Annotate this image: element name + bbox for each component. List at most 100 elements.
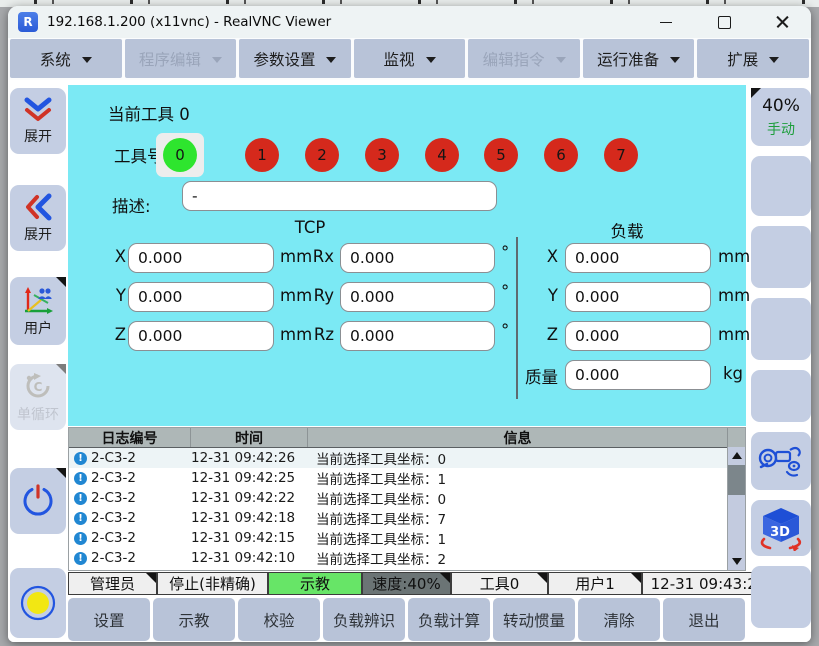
speed-mode-button[interactable]: 40% 手动	[751, 88, 811, 146]
right-rail-button-3[interactable]	[751, 298, 811, 360]
right-rail-button-4[interactable]	[751, 370, 811, 422]
single-cycle-icon: C	[21, 371, 55, 401]
corner-marker-icon	[56, 468, 66, 478]
scrollbar-thumb[interactable]	[728, 465, 745, 495]
log-time: 12-31 09:42:10	[191, 550, 308, 566]
title-bar[interactable]: R 192.168.1.200 (x11vnc) - RealVNC Viewe…	[8, 6, 811, 38]
log-header-spacer	[728, 428, 745, 447]
expand-down-button[interactable]: 展开	[10, 88, 66, 154]
log-row[interactable]: ! 2-C3-2 12-31 09:42:22 当前选择工具坐标：0	[69, 488, 745, 508]
tcp-rz-input[interactable]	[340, 321, 495, 351]
tcp-y-label: Y	[98, 286, 126, 305]
log-row[interactable]: ! 2-C3-2 12-31 09:42:10 当前选择工具坐标：2	[69, 548, 745, 568]
info-icon: !	[74, 512, 87, 525]
tool-circle-2[interactable]: 2	[305, 138, 339, 172]
tcp-rx-input[interactable]	[340, 243, 495, 273]
chevron-down-icon	[556, 57, 566, 63]
log-header-msg: 信息	[308, 428, 728, 447]
load-mass-label: 质量	[496, 364, 558, 388]
minimize-button[interactable]	[637, 6, 695, 38]
tool-circle-7[interactable]: 7	[604, 138, 638, 172]
tcp-x-input[interactable]	[128, 243, 274, 273]
scroll-up-icon[interactable]	[732, 452, 742, 459]
maximize-icon	[718, 16, 731, 29]
robot-view-button[interactable]	[751, 432, 811, 490]
right-rail-button-2[interactable]	[751, 226, 811, 288]
single-cycle-button: C 单循环	[10, 364, 66, 430]
menu-monitor[interactable]: 监视	[354, 39, 466, 78]
expand-left-label: 展开	[24, 224, 52, 244]
exit-button[interactable]: 退出	[663, 598, 745, 641]
window-title: 192.168.1.200 (x11vnc) - RealVNC Viewer	[47, 14, 331, 30]
realvnc-logo-icon: R	[18, 12, 38, 32]
info-icon: !	[74, 452, 87, 465]
menu-extension[interactable]: 扩展	[697, 39, 809, 78]
power-button[interactable]	[10, 468, 66, 534]
status-run-state[interactable]: 停止(非精确)	[157, 572, 268, 595]
tool-settings-panel: 当前工具 0 工具号 0 1 2 3 4 5 6 7 描述: TCP 负载 X …	[68, 85, 746, 426]
load-y-unit: mm	[718, 286, 750, 305]
scroll-down-icon[interactable]	[732, 558, 742, 565]
chevron-down-icon	[82, 57, 92, 63]
log-row[interactable]: ! 2-C3-2 12-31 09:42:15 当前选择工具坐标：1	[69, 528, 745, 548]
user-frame-button[interactable]: 用户	[10, 277, 66, 345]
expand-left-button[interactable]: 展开	[10, 185, 66, 251]
robot-arm-icon	[757, 440, 805, 482]
verify-button[interactable]: 校验	[238, 598, 320, 641]
menu-system[interactable]: 系统	[10, 39, 122, 78]
corner-marker-icon	[56, 364, 66, 374]
tool-circle-0[interactable]: 0	[163, 138, 197, 172]
tcp-ry-input[interactable]	[340, 282, 495, 312]
log-row[interactable]: ! 2-C3-2 12-31 09:42:26 当前选择工具坐标：0	[69, 448, 745, 468]
tool-circle-1[interactable]: 1	[245, 138, 279, 172]
tcp-z-input[interactable]	[128, 321, 274, 351]
log-row[interactable]: ! 2-C3-2 12-31 09:42:25 当前选择工具坐标：1	[69, 468, 745, 488]
status-tool[interactable]: 工具0	[451, 572, 548, 595]
menu-parameter-settings[interactable]: 参数设置	[239, 39, 351, 78]
load-calc-button[interactable]: 负载计算	[408, 598, 490, 641]
corner-marker-icon	[56, 277, 66, 287]
load-z-input[interactable]	[565, 321, 711, 351]
right-rail-button-5[interactable]	[751, 566, 811, 628]
log-scrollbar[interactable]	[727, 447, 745, 570]
status-user-frame[interactable]: 用户1	[548, 572, 642, 595]
status-mode-teach[interactable]: 示教	[268, 572, 362, 595]
close-button[interactable]	[753, 6, 811, 38]
settings-button[interactable]: 设置	[68, 598, 150, 641]
load-z-label: Z	[508, 325, 558, 344]
tool-circle-5[interactable]: 5	[484, 138, 518, 172]
log-row[interactable]: ! 2-C3-2 12-31 09:42:18 当前选择工具坐标：7	[69, 508, 745, 528]
log-id: 2-C3-2	[91, 550, 191, 566]
load-mass-unit: kg	[723, 364, 743, 383]
log-table: 日志编号 时间 信息 ! 2-C3-2 12-31 09:42:26 当前选择工…	[68, 427, 746, 571]
current-tool-text: 当前工具 0	[108, 101, 190, 125]
description-input[interactable]	[182, 181, 497, 211]
deadman-indicator-button[interactable]	[10, 568, 66, 638]
menu-program-edit: 程序编辑	[125, 39, 237, 78]
tcp-y-input[interactable]	[128, 282, 274, 312]
log-message: 当前选择工具坐标：0	[308, 448, 745, 468]
maximize-button[interactable]	[695, 6, 753, 38]
menu-run-prepare[interactable]: 运行准备	[583, 39, 695, 78]
load-y-input[interactable]	[565, 282, 711, 312]
right-rail-button-1[interactable]	[751, 156, 811, 216]
info-icon: !	[74, 552, 87, 565]
load-section-title: 负载	[527, 218, 727, 242]
log-message: 当前选择工具坐标：1	[308, 528, 745, 548]
tool-circle-6[interactable]: 6	[544, 138, 578, 172]
corner-marker-icon	[440, 573, 450, 583]
3d-view-button[interactable]: 3D	[751, 500, 811, 556]
inertia-button[interactable]: 转动惯量	[493, 598, 575, 641]
status-speed[interactable]: 速度:40%	[362, 572, 451, 595]
load-identify-button[interactable]: 负载辨识	[323, 598, 405, 641]
log-row-partial[interactable]: ! 2-C3-2	[69, 568, 745, 571]
load-mass-input[interactable]	[565, 360, 711, 390]
status-user-level[interactable]: 管理员	[68, 572, 157, 595]
load-x-input[interactable]	[565, 243, 711, 273]
teach-button[interactable]: 示教	[153, 598, 235, 641]
user-coordinate-axes-icon	[21, 285, 55, 315]
clear-button[interactable]: 清除	[578, 598, 660, 641]
log-message: 当前选择工具坐标：1	[308, 468, 745, 488]
tool-circle-4[interactable]: 4	[425, 138, 459, 172]
tool-circle-3[interactable]: 3	[365, 138, 399, 172]
